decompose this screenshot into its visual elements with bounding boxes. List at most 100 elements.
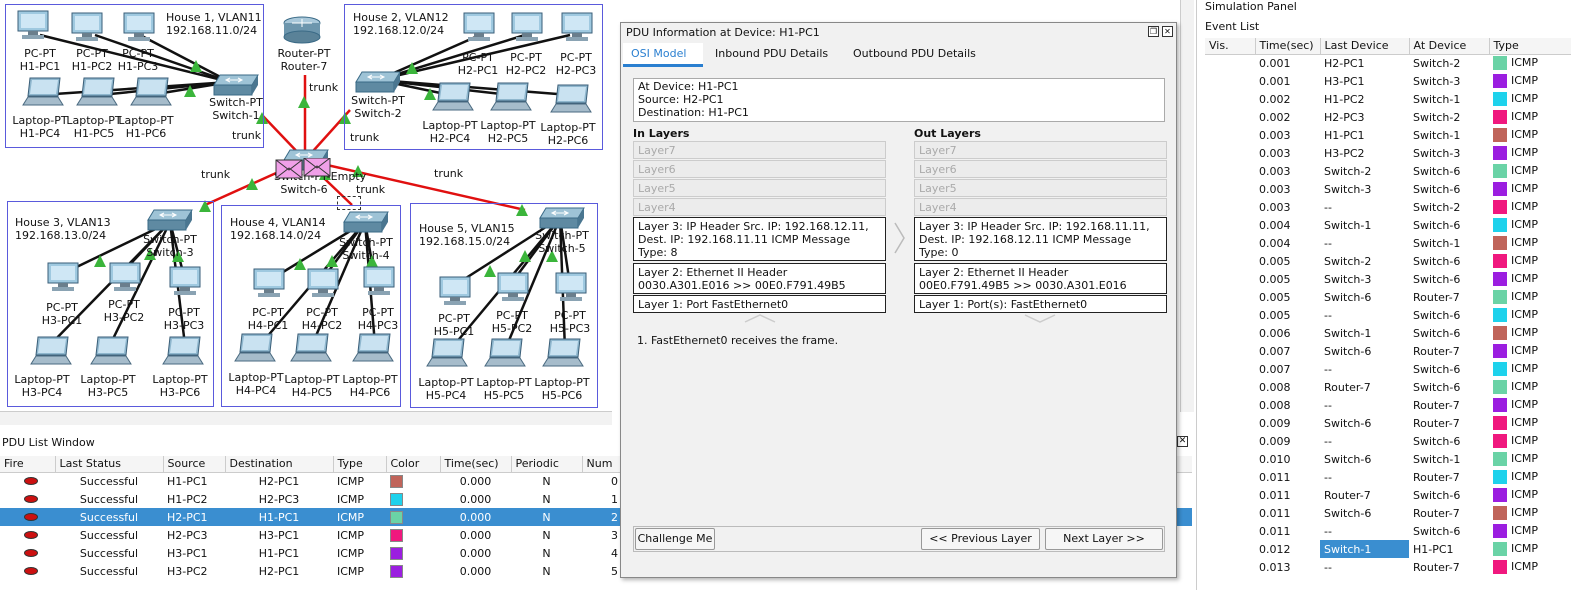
tab-osi-model[interactable]: OSI Model [623,43,703,67]
column-header[interactable]: Last Device [1320,38,1410,55]
out-layer-6[interactable]: Layer6 [914,160,1167,178]
pdu-envelope-icon[interactable] [275,158,333,182]
laptop-icon[interactable] [30,336,72,369]
column-header[interactable]: Fire [0,456,56,473]
switch-icon[interactable] [146,208,194,235]
table-row[interactable]: 0.011 Switch-6 Router-7 ICMP [1205,504,1571,522]
fire-cell[interactable] [0,562,55,580]
pc-icon[interactable] [510,12,544,45]
vis-cell[interactable] [1205,324,1255,342]
in-layer-7[interactable]: Layer7 [633,141,886,159]
column-header[interactable]: Last Status [55,456,164,473]
table-row[interactable]: 0.009 Switch-6 Router-7 ICMP [1205,414,1571,432]
table-row[interactable]: 0.004 -- Switch-1 ICMP [1205,234,1571,252]
vis-cell[interactable] [1205,360,1255,378]
pc-icon[interactable] [46,262,80,295]
table-row[interactable]: 0.012 Switch-1 H1-PC1 ICMP [1205,540,1571,558]
laptop-icon[interactable] [542,338,584,371]
out-layer-1[interactable]: Layer 1: Port(s): FastEthernet0 [914,295,1167,313]
table-row[interactable]: 0.001 H3-PC1 Switch-3 ICMP [1205,72,1571,90]
restore-icon[interactable]: ❐ [1148,26,1159,37]
column-header[interactable]: Color [386,456,441,473]
table-row[interactable]: 0.008 -- Router-7 ICMP [1205,396,1571,414]
table-row[interactable]: 0.003 H1-PC1 Switch-1 ICMP [1205,126,1571,144]
column-header[interactable]: Time(sec) [1255,38,1321,55]
out-layer-4[interactable]: Layer4 [914,198,1167,216]
vis-cell[interactable] [1205,558,1255,576]
tab-outbound-pdu-details[interactable]: Outbound PDU Details [845,43,984,67]
previous-layer-button[interactable]: << Previous Layer [921,528,1040,550]
table-row[interactable]: 0.010 Switch-6 Switch-1 ICMP [1205,450,1571,468]
laptop-icon[interactable] [76,77,118,110]
vis-cell[interactable] [1205,144,1255,162]
out-layer-2[interactable]: Layer 2: Ethernet II Header 00E0.F791.49… [914,263,1167,294]
table-row[interactable]: 0.009 -- Switch-6 ICMP [1205,432,1571,450]
vis-cell[interactable] [1205,468,1255,486]
vis-cell[interactable] [1205,234,1255,252]
table-row[interactable]: 0.005 Switch-3 Switch-6 ICMP [1205,270,1571,288]
table-row[interactable]: 0.005 Switch-2 Switch-6 ICMP [1205,252,1571,270]
fire-cell[interactable] [0,508,55,526]
vis-cell[interactable] [1205,126,1255,144]
laptop-icon[interactable] [234,333,276,366]
pc-icon[interactable] [306,268,340,301]
column-header[interactable]: Type [333,456,387,473]
vis-cell[interactable] [1205,288,1255,306]
fire-cell[interactable] [0,472,55,490]
switch-icon[interactable] [342,210,390,237]
vis-cell[interactable] [1205,378,1255,396]
close-icon[interactable]: ✕ [1177,436,1188,447]
vis-cell[interactable] [1205,270,1255,288]
switch-icon[interactable] [354,70,402,97]
canvas-horizontal-scrollbar[interactable] [0,411,612,425]
table-row[interactable]: 0.003 H3-PC2 Switch-3 ICMP [1205,144,1571,162]
column-header[interactable]: Destination [225,456,334,473]
in-layer-6[interactable]: Layer6 [633,160,886,178]
vis-cell[interactable] [1205,486,1255,504]
table-row[interactable]: 0.011 Router-7 Switch-6 ICMP [1205,486,1571,504]
table-row[interactable]: 0.004 Switch-1 Switch-6 ICMP [1205,216,1571,234]
table-row[interactable]: 0.011 -- Router-7 ICMP [1205,468,1571,486]
fire-icon[interactable] [24,476,38,485]
laptop-icon[interactable] [162,336,204,369]
vis-cell[interactable] [1205,72,1255,90]
laptop-icon[interactable] [352,333,394,366]
pc-icon[interactable] [362,266,396,299]
column-header[interactable]: Time(sec) [440,456,512,473]
pc-icon[interactable] [496,272,530,305]
column-header[interactable]: Vis. [1205,38,1256,55]
fire-icon[interactable] [24,512,38,521]
laptop-icon[interactable] [130,77,172,110]
table-row[interactable]: 0.005 Switch-6 Router-7 ICMP [1205,288,1571,306]
laptop-icon[interactable] [426,338,468,371]
vis-cell[interactable] [1205,306,1255,324]
table-row[interactable]: 0.006 Switch-1 Switch-6 ICMP [1205,324,1571,342]
challenge-me-button[interactable]: Challenge Me [635,528,715,550]
pc-icon[interactable] [560,12,594,45]
table-row[interactable]: 0.003 Switch-2 Switch-6 ICMP [1205,162,1571,180]
fire-icon[interactable] [24,548,38,557]
fire-cell[interactable] [0,544,55,562]
fire-cell[interactable] [0,526,55,544]
in-layer-4[interactable]: Layer4 [633,198,886,216]
table-row[interactable]: 0.008 Router-7 Switch-6 ICMP [1205,378,1571,396]
table-row[interactable]: 0.001 H2-PC1 Switch-2 ICMP [1205,54,1571,72]
column-header[interactable]: Source [163,456,226,473]
pc-icon[interactable] [16,10,50,43]
laptop-icon[interactable] [22,77,64,110]
vis-cell[interactable] [1205,522,1255,540]
out-layer-5[interactable]: Layer5 [914,179,1167,197]
laptop-icon[interactable] [490,82,532,115]
column-header[interactable]: Num [582,456,623,473]
vis-cell[interactable] [1205,54,1255,72]
vis-cell[interactable] [1205,450,1255,468]
laptop-icon[interactable] [290,333,332,366]
column-header[interactable]: Periodic [511,456,583,473]
pc-icon[interactable] [70,12,104,45]
vis-cell[interactable] [1205,414,1255,432]
in-layer-3[interactable]: Layer 3: IP Header Src. IP: 192.168.12.1… [633,217,886,261]
laptop-icon[interactable] [484,338,526,371]
vis-cell[interactable] [1205,432,1255,450]
vis-cell[interactable] [1205,108,1255,126]
table-row[interactable]: 0.002 H2-PC3 Switch-2 ICMP [1205,108,1571,126]
